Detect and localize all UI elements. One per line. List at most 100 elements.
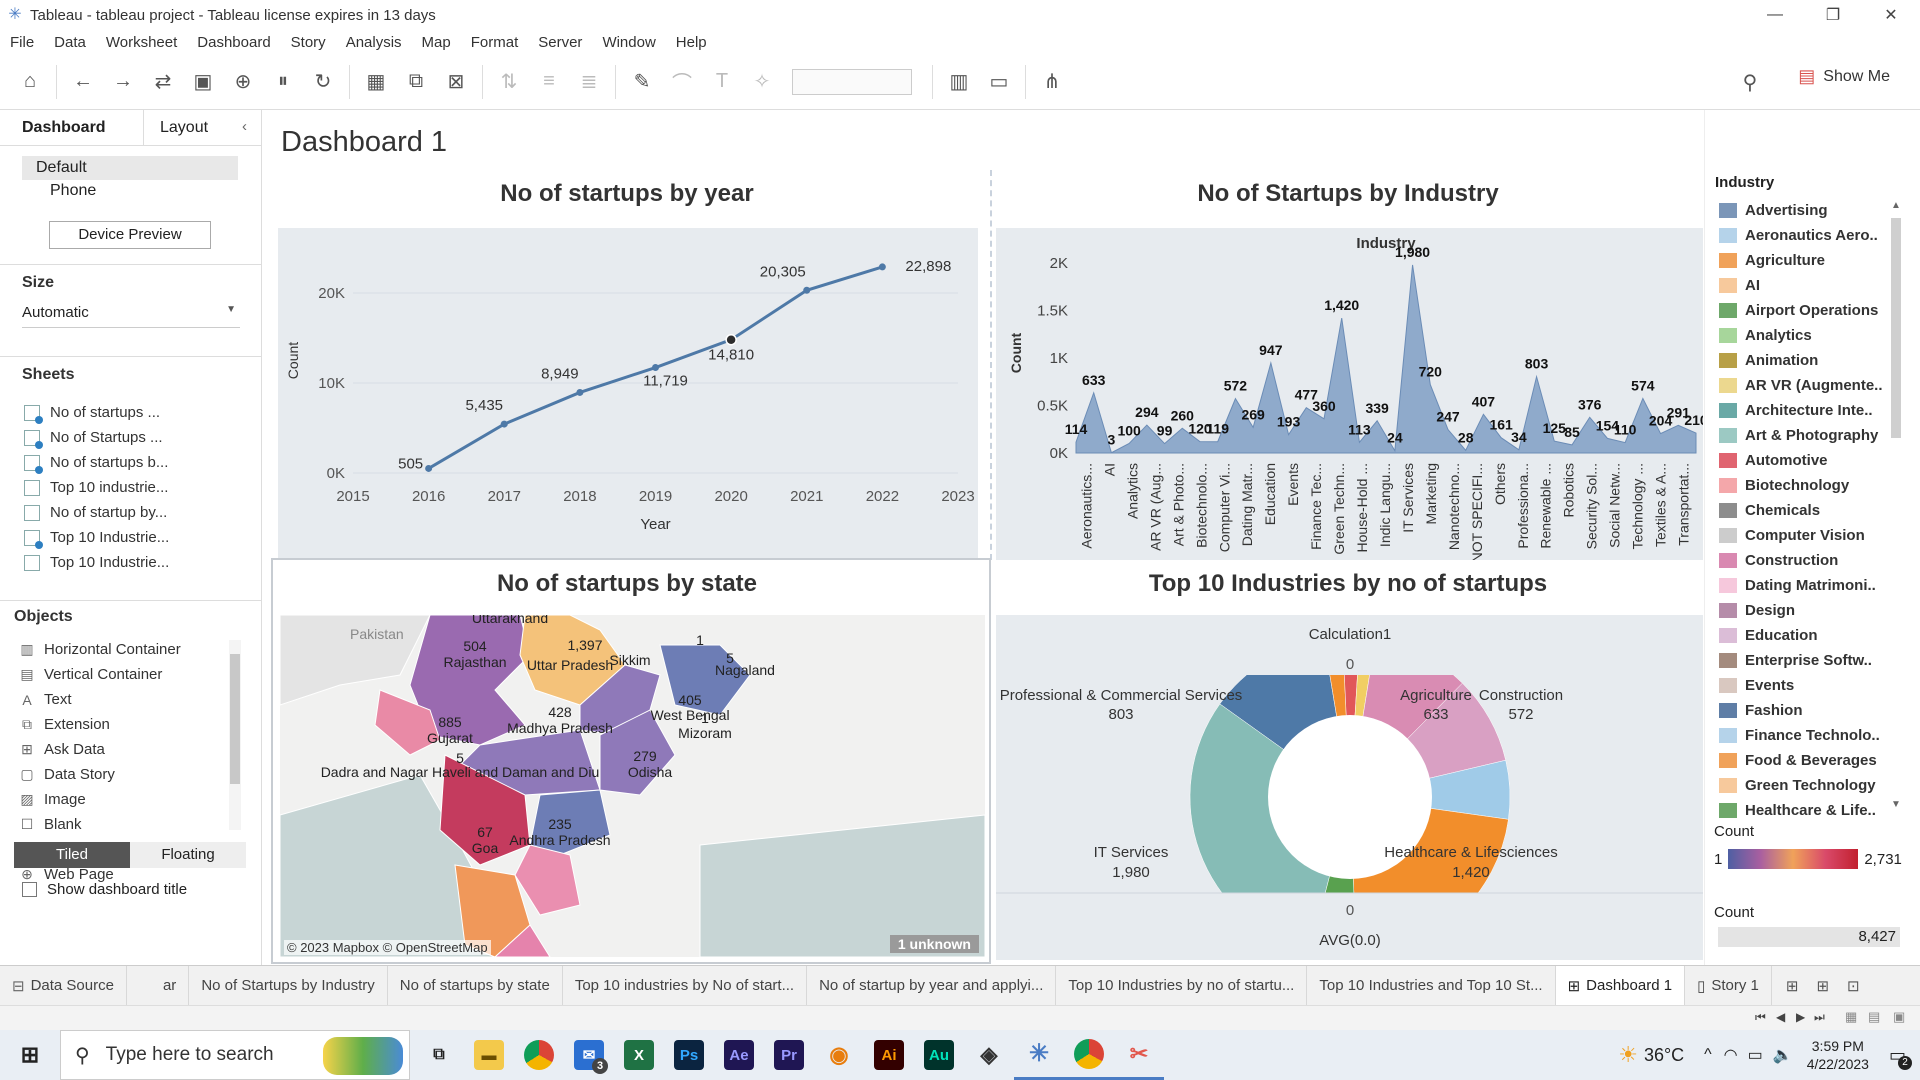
legend-item[interactable]: AR VR (Augmente.. [1705, 373, 1895, 398]
data-point[interactable] [425, 464, 433, 472]
menu-analysis[interactable]: Analysis [336, 34, 412, 51]
sheet-tab[interactable]: Top 10 Industries by no of startu... [1056, 965, 1308, 1006]
objects-scrollbar[interactable] [229, 640, 241, 830]
tableau-taskbar-app[interactable]: ✳ [1014, 1030, 1064, 1080]
legend-item[interactable]: AI [1705, 273, 1895, 298]
photoshop-app[interactable]: Ps [664, 1030, 714, 1080]
minimize-button[interactable]: — [1746, 0, 1804, 30]
sheet-tab[interactable]: No of Startups by Industry [189, 965, 388, 1006]
audition-app[interactable]: Au [914, 1030, 964, 1080]
unknown-indicator[interactable]: 1 unknown [889, 935, 979, 953]
sheet-item[interactable]: No of startup by... [0, 500, 262, 525]
volume-icon[interactable]: 🔈 [1773, 1045, 1793, 1065]
menu-dashboard[interactable]: Dashboard [187, 34, 280, 51]
task-view-button[interactable]: ⧉ [414, 1030, 464, 1080]
object-item[interactable]: ▢ Data Story [0, 762, 230, 787]
legend-item[interactable]: Dating Matrimoni.. [1705, 573, 1895, 598]
legend-item[interactable]: Events [1705, 673, 1895, 698]
duplicate-sheet-icon[interactable]: ⧉ [396, 62, 436, 102]
legend-item[interactable]: Finance Technolo.. [1705, 723, 1895, 748]
legend-item[interactable]: Green Technology [1705, 773, 1895, 798]
menu-story[interactable]: Story [281, 34, 336, 51]
object-item[interactable]: ⧉ Extension [0, 712, 230, 737]
sheet-tab[interactable]: No of startups by state [388, 965, 563, 1006]
highlight-icon[interactable]: ✎ [622, 62, 662, 102]
start-button[interactable]: ⊞ [0, 1030, 60, 1080]
snipping-app[interactable]: ✂ [1114, 1030, 1164, 1080]
menu-server[interactable]: Server [528, 34, 592, 51]
legend-item[interactable]: Aeronautics Aero.. [1705, 223, 1895, 248]
device-phone[interactable]: Phone [50, 182, 96, 200]
legend-item[interactable]: Construction [1705, 548, 1895, 573]
size-dropdown[interactable]: Automatic ▼ [22, 304, 240, 328]
legend-item[interactable]: Computer Vision [1705, 523, 1895, 548]
industry-chart-area[interactable]: Industry 0K 0.5K 1K 1.5K 2K Count 114 633 3 100 294… [996, 228, 1708, 562]
legend-item[interactable]: Healthcare & Life.. [1705, 798, 1895, 823]
legend-item[interactable]: Advertising [1705, 198, 1895, 223]
data-point[interactable] [803, 286, 811, 294]
replace-data-icon[interactable]: ⇄ [143, 62, 183, 102]
file-explorer-app[interactable]: ▬ [464, 1030, 514, 1080]
legend-item[interactable]: Food & Beverages [1705, 748, 1895, 773]
tiled-button[interactable]: Tiled [14, 842, 130, 868]
tray-chevron-icon[interactable]: ^ [1704, 1046, 1712, 1064]
legend-item[interactable]: Airport Operations [1705, 298, 1895, 323]
legend-scrollbar[interactable]: ▲ ▼ [1889, 200, 1903, 810]
show-title-checkbox[interactable] [22, 882, 37, 897]
new-data-source-icon[interactable]: ⊕ [223, 62, 263, 102]
menu-file[interactable]: File [0, 34, 44, 51]
presentation-icon[interactable]: ▭ [979, 62, 1019, 102]
data-point[interactable] [576, 388, 584, 396]
tab-story-1[interactable]: ▯ Story 1 [1685, 965, 1772, 1006]
sheet-item[interactable]: No of Startups ... [0, 425, 262, 450]
battery-icon[interactable]: ▭ [1748, 1045, 1763, 1065]
share-icon[interactable]: ⋔ [1032, 62, 1072, 102]
legend-item[interactable]: Chemicals [1705, 498, 1895, 523]
legend-item[interactable]: Design [1705, 598, 1895, 623]
data-point[interactable] [652, 364, 659, 372]
legend-item[interactable]: Animation [1705, 348, 1895, 373]
show-sheet-sorter-icon[interactable]: ▣ [1893, 1009, 1905, 1025]
object-item[interactable]: A Text [0, 687, 230, 712]
top10-chart-area[interactable]: Calculation1 0 Professional & Commercial S… [996, 615, 1703, 960]
chrome-profile-app[interactable] [1064, 1030, 1114, 1080]
tab-data-source[interactable]: ⊟ Data Source [0, 965, 127, 1006]
device-default[interactable]: Default [22, 156, 238, 180]
taskbar-search[interactable]: ⚲ Type here to search [60, 1030, 410, 1080]
mail-app[interactable]: ✉ 3 [564, 1030, 614, 1080]
blender-app[interactable]: ◉ [814, 1030, 864, 1080]
data-point[interactable] [725, 333, 737, 346]
swap-icon[interactable]: ⇅ [489, 62, 529, 102]
floating-button[interactable]: Floating [130, 842, 246, 868]
legend-item[interactable]: Fashion [1705, 698, 1895, 723]
menu-help[interactable]: Help [666, 34, 717, 51]
scroll-up-icon[interactable]: ▲ [1891, 200, 1901, 211]
tab-dashboard-1[interactable]: ⊞ Dashboard 1 [1555, 965, 1686, 1006]
object-item[interactable]: ▥ Horizontal Container [0, 637, 230, 662]
sheet-item[interactable]: Top 10 Industrie... [0, 550, 262, 575]
show-me-button[interactable]: ▤ Show Me [1798, 66, 1890, 87]
show-cards-icon[interactable]: ▥ [939, 62, 979, 102]
object-item[interactable]: ⊞ Ask Data [0, 737, 230, 762]
object-item[interactable]: ▤ Vertical Container [0, 662, 230, 687]
restore-button[interactable]: ❐ [1804, 0, 1862, 30]
labels-icon[interactable]: T [702, 62, 742, 102]
sheet-tab[interactable]: No of startup by year and applyi... [807, 965, 1057, 1006]
notifications-icon[interactable]: ▭ 2 [1889, 1045, 1912, 1070]
menu-data[interactable]: Data [44, 34, 96, 51]
last-sheet-icon[interactable]: ⏭ [1814, 1010, 1825, 1025]
sheet-item[interactable]: No of startups b... [0, 450, 262, 475]
state-map[interactable]: Pakistan Uttarakhand Rajasthan 504 Uttar Pra… [280, 615, 985, 957]
object-item[interactable]: ☐ Blank [0, 812, 230, 837]
save-icon[interactable]: ▣ [183, 62, 223, 102]
redo-icon[interactable]: → [103, 62, 143, 102]
legend-item[interactable]: Art & Photography [1705, 423, 1895, 448]
close-button[interactable]: ✕ [1862, 0, 1920, 30]
illustrator-app[interactable]: Ai [864, 1030, 914, 1080]
sheet-item[interactable]: Top 10 Industrie... [0, 525, 262, 550]
new-worksheet-icon[interactable]: ▦ [356, 62, 396, 102]
refresh-icon[interactable]: ↻ [303, 62, 343, 102]
state-northeast[interactable] [659, 644, 751, 716]
sheet-item[interactable]: Top 10 industrie... [0, 475, 262, 500]
sheet-tab[interactable]: ar [127, 965, 190, 1006]
